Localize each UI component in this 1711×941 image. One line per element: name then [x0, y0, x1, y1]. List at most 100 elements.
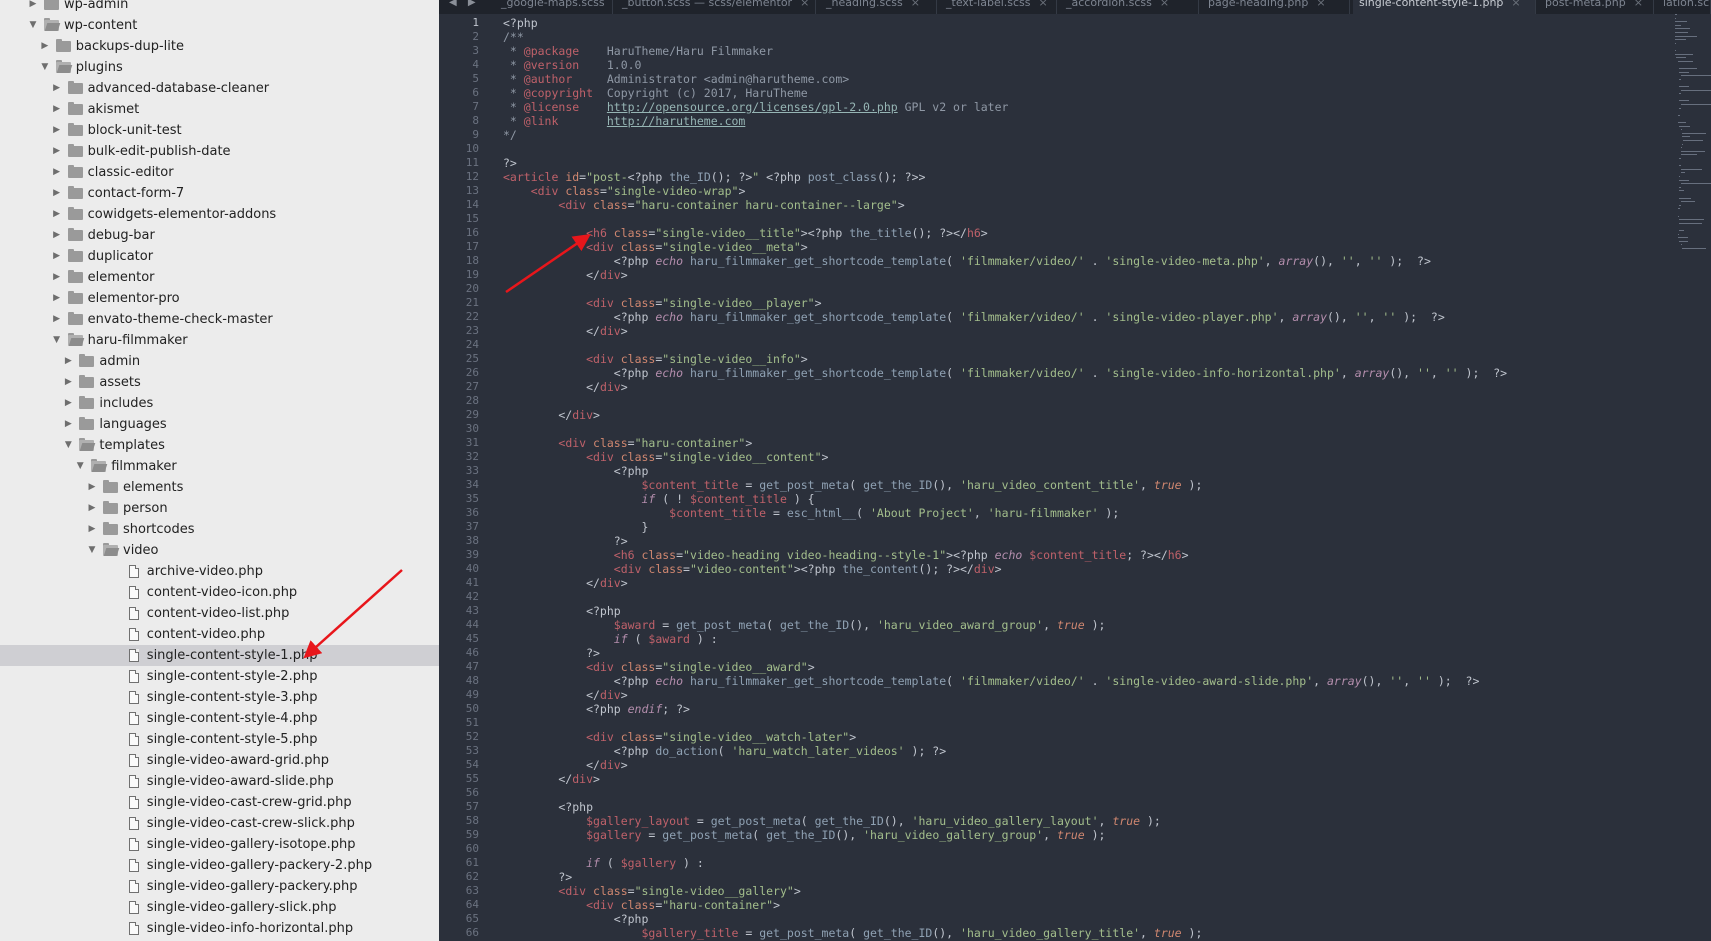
disclosure-closed-icon[interactable]: ▶	[51, 99, 63, 120]
close-icon[interactable]: ×	[911, 0, 920, 9]
tree-folder-item[interactable]: ▼ wp-content	[0, 15, 439, 36]
tree-folder-item[interactable]: ▼ filmmaker	[0, 456, 439, 477]
close-icon[interactable]: ×	[800, 0, 809, 9]
editor-tab[interactable]: _google-maps.scss×	[495, 0, 613, 14]
code-token: echo	[655, 254, 684, 268]
tree-folder-item[interactable]: ▶ advanced-database-cleaner	[0, 78, 439, 99]
editor-tab[interactable]: lation.sc	[1657, 0, 1711, 14]
tree-folder-item[interactable]: ▶ block-unit-test	[0, 120, 439, 141]
code-line: <h6 class="video-heading video-heading--…	[503, 548, 1189, 562]
tab-nav-arrows[interactable]: ◀ ▶	[449, 0, 480, 8]
tree-folder-item[interactable]: ▶ shortcodes	[0, 519, 439, 540]
tree-item-label: duplicator	[87, 249, 154, 264]
tree-folder-item[interactable]: ▶ elementor-pro	[0, 288, 439, 309]
editor-tab[interactable]: _accordion.scss ×	[1060, 0, 1199, 14]
disclosure-closed-icon[interactable]: ▶	[62, 372, 74, 393]
code-token: (),	[932, 926, 961, 940]
disclosure-open-icon[interactable]: ▼	[27, 15, 39, 36]
editor-tab[interactable]: _button.scss — scss/elementor ×	[616, 0, 816, 14]
tree-folder-item[interactable]: ▶ debug-bar	[0, 225, 439, 246]
tree-folder-item[interactable]: ▶ cowidgets-elementor-addons	[0, 204, 439, 225]
tree-folder-item[interactable]: ▶ wp-admin	[0, 0, 439, 15]
tree-folder-item[interactable]: ▶ contact-form-7	[0, 183, 439, 204]
minimap[interactable]	[1673, 14, 1711, 284]
disclosure-closed-icon[interactable]: ▶	[86, 498, 98, 519]
disclosure-open-icon[interactable]: ▼	[51, 330, 63, 351]
tree-folder-item[interactable]: ▶ includes	[0, 393, 439, 414]
tree-folder-item[interactable]: ▶ assets	[0, 372, 439, 393]
tree-file-item[interactable]: single-video-gallery-slick.php	[0, 897, 439, 918]
disclosure-closed-icon[interactable]: ▶	[51, 162, 63, 183]
disclosure-closed-icon[interactable]: ▶	[51, 120, 63, 141]
code-token: the_title	[849, 226, 912, 240]
editor-tab[interactable]: page-heading.php ×	[1202, 0, 1350, 14]
tree-folder-item[interactable]: ▶ bulk-edit-publish-date	[0, 141, 439, 162]
editor-tab[interactable]: single-content-style-1.php ×	[1353, 0, 1536, 14]
code-editor[interactable]: ◀ ▶ _google-maps.scss×_button.scss — scs…	[439, 0, 1711, 941]
disclosure-open-icon[interactable]: ▼	[62, 435, 74, 456]
disclosure-closed-icon[interactable]: ▶	[51, 141, 63, 162]
tree-folder-item[interactable]: ▼ plugins	[0, 57, 439, 78]
close-icon[interactable]: ×	[1039, 0, 1048, 9]
tree-folder-item[interactable]: ▶ admin	[0, 351, 439, 372]
tree-folder-item[interactable]: ▼ video	[0, 540, 439, 561]
tree-file-item[interactable]: single-video-gallery-packery-2.php	[0, 855, 439, 876]
disclosure-closed-icon[interactable]: ▶	[27, 0, 39, 15]
disclosure-closed-icon[interactable]: ▶	[51, 204, 63, 225]
close-icon[interactable]: ×	[1634, 0, 1643, 9]
disclosure-closed-icon[interactable]: ▶	[51, 267, 63, 288]
close-icon[interactable]: ×	[1316, 0, 1325, 9]
disclosure-closed-icon[interactable]: ▶	[51, 225, 63, 246]
close-icon[interactable]: ×	[1511, 0, 1520, 9]
tree-folder-item[interactable]: ▶ backups-dup-lite	[0, 36, 439, 57]
disclosure-open-icon[interactable]: ▼	[39, 57, 51, 78]
tree-file-item[interactable]: single-video-gallery-packery.php	[0, 876, 439, 897]
tree-file-item[interactable]: single-video-award-grid.php	[0, 750, 439, 771]
tree-file-item[interactable]: content-video.php	[0, 624, 439, 645]
editor-tab[interactable]: _heading.scss ×	[820, 0, 937, 14]
tree-file-item[interactable]: content-video-icon.php	[0, 582, 439, 603]
disclosure-closed-icon[interactable]: ▶	[86, 519, 98, 540]
disclosure-closed-icon[interactable]: ▶	[51, 246, 63, 267]
editor-tab[interactable]: _text-label.scss ×	[940, 0, 1057, 14]
tree-folder-item[interactable]: ▶ elementor	[0, 267, 439, 288]
tree-folder-item[interactable]: ▶ languages	[0, 414, 439, 435]
disclosure-closed-icon[interactable]: ▶	[51, 183, 63, 204]
tree-file-item[interactable]: single-video-award-slide.php	[0, 771, 439, 792]
disclosure-closed-icon[interactable]: ▶	[86, 477, 98, 498]
tree-folder-item[interactable]: ▶ akismet	[0, 99, 439, 120]
tree-folder-item[interactable]: ▼ templates	[0, 435, 439, 456]
tree-file-item[interactable]: single-content-style-5.php	[0, 729, 439, 750]
tree-file-item[interactable]: single-content-style-2.php	[0, 666, 439, 687]
tree-folder-item[interactable]: ▶ envato-theme-check-master	[0, 309, 439, 330]
tree-folder-item[interactable]: ▶ elements	[0, 477, 439, 498]
tree-folder-item[interactable]: ▶ duplicator	[0, 246, 439, 267]
tree-file-item[interactable]: single-video-gallery-isotope.php	[0, 834, 439, 855]
tree-file-item[interactable]: single-video-info-horizontal.php	[0, 918, 439, 939]
disclosure-closed-icon[interactable]: ▶	[51, 288, 63, 309]
tree-folder-item[interactable]: ▶ person	[0, 498, 439, 519]
tree-file-item[interactable]: archive-video.php	[0, 561, 439, 582]
disclosure-closed-icon[interactable]: ▶	[51, 78, 63, 99]
tree-file-item[interactable]: single-content-style-4.php	[0, 708, 439, 729]
tree-file-item[interactable]: single-content-style-1.php	[0, 645, 439, 666]
editor-tab[interactable]: post-meta.php ×	[1539, 0, 1654, 14]
disclosure-open-icon[interactable]: ▼	[86, 540, 98, 561]
code-token: @version	[523, 58, 580, 72]
tree-folder-item[interactable]: ▶ classic-editor	[0, 162, 439, 183]
folder-icon	[67, 291, 83, 304]
code-token: <?php	[503, 800, 594, 814]
disclosure-closed-icon[interactable]: ▶	[62, 393, 74, 414]
disclosure-open-icon[interactable]: ▼	[74, 456, 86, 477]
tree-folder-item[interactable]: ▼ haru-filmmaker	[0, 330, 439, 351]
close-icon[interactable]: ×	[1160, 0, 1169, 9]
disclosure-closed-icon[interactable]: ▶	[51, 309, 63, 330]
disclosure-closed-icon[interactable]: ▶	[62, 351, 74, 372]
tree-file-item[interactable]: single-content-style-3.php	[0, 687, 439, 708]
tree-file-item[interactable]: single-video-cast-crew-slick.php	[0, 813, 439, 834]
tree-file-item[interactable]: content-video-list.php	[0, 603, 439, 624]
disclosure-closed-icon[interactable]: ▶	[39, 36, 51, 57]
disclosure-closed-icon[interactable]: ▶	[62, 414, 74, 435]
tree-file-item[interactable]: single-video-cast-crew-grid.php	[0, 792, 439, 813]
